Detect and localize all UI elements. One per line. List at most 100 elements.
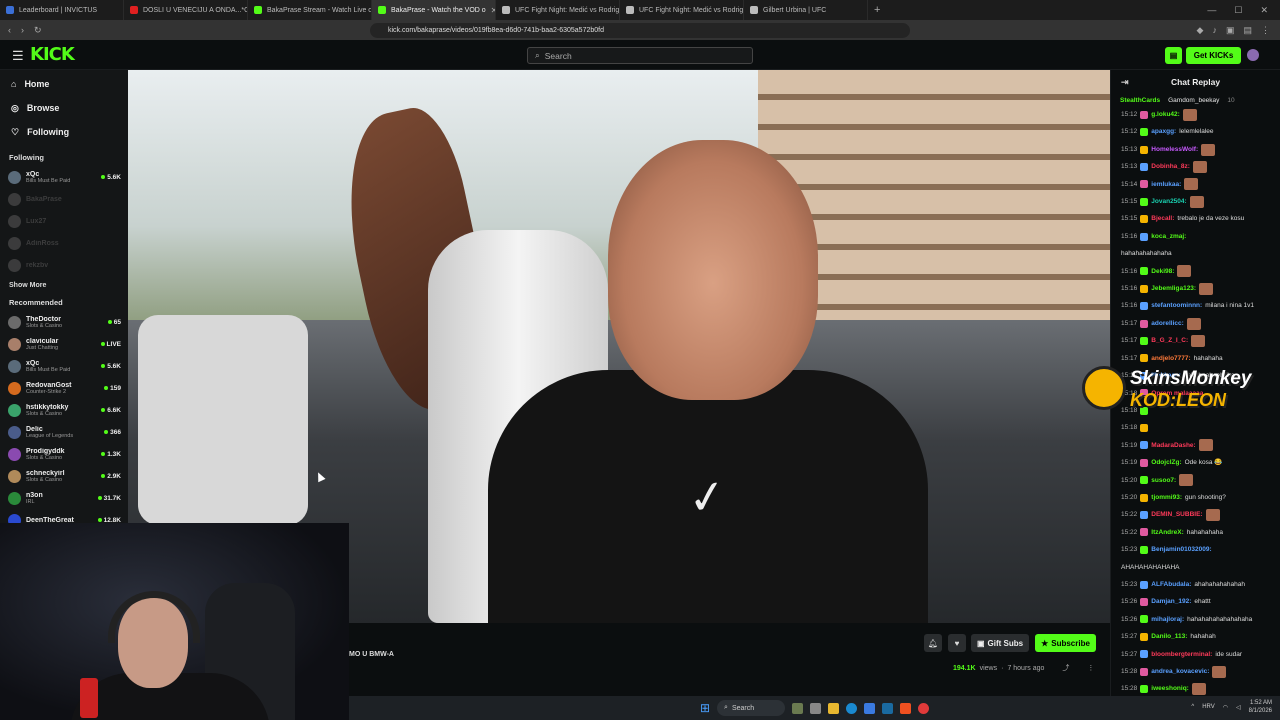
show-more-button[interactable]: Show More	[0, 276, 128, 295]
chat-username[interactable]: susoo7:	[1151, 473, 1176, 488]
extension-icon[interactable]: ▤	[1243, 25, 1252, 36]
chat-timestamp: 15:13	[1121, 163, 1138, 171]
more-options-icon[interactable]: ⋮	[1087, 664, 1094, 672]
chat-username[interactable]: Damjan_192:	[1151, 594, 1191, 609]
chat-username[interactable]: koca_zmaj:	[1151, 229, 1186, 244]
chat-username[interactable]: MadaraDashe:	[1151, 438, 1195, 453]
hamburger-menu-icon[interactable]: ☰	[12, 48, 24, 64]
menu-dots-icon[interactable]: ⋮	[1261, 25, 1270, 36]
channel-item[interactable]: xQc Bills Must Be Paid 5.6K	[0, 166, 128, 188]
language-indicator[interactable]: HRV	[1202, 704, 1215, 710]
channel-item[interactable]: AdinRoss	[0, 232, 128, 254]
wifi-icon[interactable]: ◠	[1223, 704, 1228, 711]
channel-item[interactable]: Delic League of Legends 366	[0, 421, 128, 443]
chat-username[interactable]: mihajloraj:	[1151, 612, 1184, 627]
get-kicks-button[interactable]: Get KICKs	[1186, 47, 1241, 64]
extension-icon[interactable]: ▣	[1226, 25, 1235, 36]
reload-icon[interactable]: ↻	[34, 25, 42, 36]
subscribe-button[interactable]: ★ Subscribe	[1035, 634, 1096, 652]
chat-username[interactable]: ItzAndreX:	[1151, 525, 1184, 540]
chat-username[interactable]: DEMIN_SUBBIE:	[1151, 507, 1202, 522]
chat-username[interactable]: g.loku42:	[1151, 107, 1180, 122]
extension-icon[interactable]: ♪	[1212, 25, 1217, 36]
app-icon[interactable]	[918, 702, 930, 714]
viewer-count-value: 1.3K	[107, 450, 121, 458]
chat-username[interactable]: B_G_Z_I_C:	[1151, 333, 1188, 348]
chat-username[interactable]: Jebemliga123:	[1151, 281, 1196, 296]
file-explorer-icon[interactable]	[828, 702, 840, 714]
nav-browse[interactable]: ◎ Browse	[0, 96, 128, 120]
chat-username[interactable]: apaxgg:	[1151, 124, 1176, 139]
chat-username[interactable]: adorellicc:	[1151, 316, 1184, 331]
chat-username[interactable]: bloombergterminal:	[1151, 647, 1212, 662]
volume-icon[interactable]: ◁	[1236, 704, 1241, 711]
kick-logo[interactable]: KICK	[30, 44, 75, 65]
forward-icon[interactable]: ›	[21, 25, 24, 35]
nav-following[interactable]: ♡ Following	[0, 120, 128, 144]
url-text: kick.com/bakaprase/videos/019fb8ea-d6d0-…	[388, 26, 604, 34]
tab-favicon-icon	[378, 6, 386, 14]
channel-item[interactable]: n3on IRL 31.7K	[0, 487, 128, 509]
wallet-button[interactable]: ▤	[1165, 47, 1182, 64]
channel-item[interactable]: xQc Bills Must Be Paid 5.6K	[0, 355, 128, 377]
chat-username[interactable]: ALFAbudala:	[1151, 577, 1191, 592]
channel-item[interactable]: RedovanGost Counter-Strike 2 159	[0, 377, 128, 399]
collapse-chat-icon[interactable]: ⇥	[1121, 77, 1129, 88]
clock[interactable]: 1:52 AM 8/1/2026	[1249, 699, 1272, 715]
back-icon[interactable]: ‹	[8, 25, 11, 35]
chat-username[interactable]: OdojclZg:	[1151, 455, 1181, 470]
store-icon[interactable]	[882, 702, 894, 714]
chat-username[interactable]: tjommi93:	[1151, 490, 1182, 505]
windows-start-icon[interactable]: ⊞	[700, 701, 710, 715]
channel-item[interactable]: TheDoctor Slots & Casino 65	[0, 311, 128, 333]
minimize-icon[interactable]: —	[1207, 5, 1216, 16]
brave-icon[interactable]	[900, 702, 912, 714]
chat-username[interactable]: iweeshoniq:	[1151, 681, 1189, 696]
browser-tab[interactable]: Leaderboard | INVICTUS	[0, 0, 124, 20]
notification-bell-button[interactable]: 🔔︎	[924, 634, 942, 652]
browser-tab[interactable]: BakaPrase Stream - Watch Live on Ki	[248, 0, 372, 20]
channel-item[interactable]: Prodigyddk Slots & Casino 1.3K	[0, 443, 128, 465]
maximize-icon[interactable]: ☐	[1234, 5, 1242, 16]
channel-item[interactable]: Lux27	[0, 210, 128, 232]
channel-item[interactable]: clavicular Just Chatting LIVE	[0, 333, 128, 355]
chat-username[interactable]: andrea_kovacevic:	[1151, 664, 1209, 679]
video-frame-seat	[138, 315, 308, 525]
browser-tab[interactable]: BakaPrase - Watch the VOD o✕	[372, 0, 496, 20]
channel-item[interactable]: hstikkytokky Slots & Casino 6.6K	[0, 399, 128, 421]
chat-username[interactable]: iemlukaa:	[1151, 177, 1181, 192]
share-icon[interactable]: ⤴	[1062, 663, 1069, 673]
follow-button[interactable]: ♥	[948, 634, 966, 652]
gift-subs-button[interactable]: ▣ Gift Subs	[971, 634, 1029, 652]
chat-username[interactable]: Deki98:	[1151, 264, 1174, 279]
pinned-user[interactable]: StealthCards	[1120, 97, 1160, 104]
browser-tab[interactable]: DOSLI U VENECIJU A ONDA...*ODLE	[124, 0, 248, 20]
channel-item[interactable]: rekzbv	[0, 254, 128, 276]
chat-username[interactable]: stefantoominnn:	[1151, 298, 1202, 313]
nav-home[interactable]: ⌂ Home	[0, 72, 128, 96]
browser-tab[interactable]: UFC Fight Night: Medić vs Rodriguez	[496, 0, 620, 20]
widgets-icon[interactable]	[792, 702, 804, 714]
browser-tab[interactable]: UFC Fight Night: Medić vs Rodriguez	[620, 0, 744, 20]
chat-username[interactable]: Benjamin01032009:	[1151, 542, 1211, 557]
address-bar[interactable]: kick.com/bakaprase/videos/019fb8ea-d6d0-…	[370, 22, 910, 38]
mail-icon[interactable]	[864, 702, 876, 714]
avatar[interactable]	[1247, 49, 1259, 61]
chat-username[interactable]: HomelessWolf:	[1151, 142, 1198, 157]
channel-item[interactable]: schneckyirl Slots & Casino 2.9K	[0, 465, 128, 487]
channel-item[interactable]: BakaPrase	[0, 188, 128, 210]
taskbar-search[interactable]: ⌕ Search	[717, 700, 786, 716]
close-icon[interactable]: ✕	[1260, 5, 1268, 16]
pinned-user[interactable]: Gamdom_beekay	[1168, 97, 1219, 104]
browser-tab[interactable]: Gilbert Urbina | UFC	[744, 0, 868, 20]
chat-username[interactable]: Bjecall:	[1151, 211, 1174, 226]
chat-username[interactable]: Danilo_113:	[1151, 629, 1187, 644]
search-input[interactable]: ⌕ Search	[527, 47, 753, 64]
chat-username[interactable]: Dobinha_8z:	[1151, 159, 1190, 174]
new-tab-button[interactable]: +	[874, 4, 880, 16]
extension-icon[interactable]: ◆	[1197, 25, 1204, 36]
task-view-icon[interactable]	[810, 702, 822, 714]
edge-icon[interactable]	[846, 702, 858, 714]
tray-chevron-icon[interactable]: ^	[1191, 704, 1194, 710]
chat-username[interactable]: Jovan2504:	[1151, 194, 1186, 209]
